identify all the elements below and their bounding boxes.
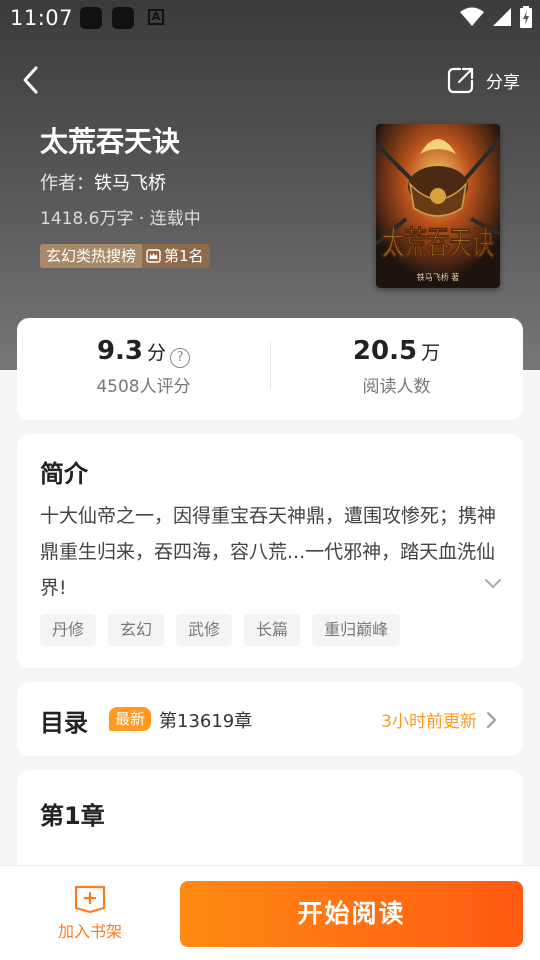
tag[interactable]: 长篇 xyxy=(244,614,301,646)
readers-stat: 20.5 万 阅读人数 xyxy=(270,336,523,397)
readers-count: 20.5 xyxy=(352,336,418,366)
cover-title-text: 太荒吞天诀 xyxy=(382,224,494,262)
battery-charging-icon xyxy=(520,6,532,28)
rank-badge[interactable]: 玄幻类热搜榜 第1名 xyxy=(40,244,210,268)
wifi-icon xyxy=(460,7,484,26)
share-icon xyxy=(447,67,474,94)
bottom-bar: 加入书架 开始阅读 xyxy=(0,865,540,960)
book-meta: 1418.6万字 · 连载中 xyxy=(40,209,201,229)
intro-card: 简介 十大仙帝之一，因得重宝吞天神鼎，遭围攻惨死；携神鼎重生归来，吞四海，容八荒… xyxy=(17,434,523,668)
intro-title: 简介 xyxy=(40,460,88,488)
rank-position: 第1名 xyxy=(142,244,210,268)
share-label: 分享 xyxy=(486,72,520,93)
toc-card[interactable]: 目录 最新 第13619章 3小时前更新 xyxy=(17,682,523,756)
help-icon[interactable]: ? xyxy=(170,348,191,368)
toc-title: 目录 xyxy=(40,709,88,737)
update-time: 3小时前更新 xyxy=(381,712,477,732)
stats-card: 9.3 分 ? 4508人评分 20.5 万 阅读人数 xyxy=(17,318,523,420)
a-keyboard-icon: A xyxy=(148,9,164,25)
signal-icon xyxy=(493,8,511,26)
share-button[interactable]: 分享 xyxy=(446,62,520,98)
square-app-icon xyxy=(112,7,134,29)
chevron-right-icon xyxy=(487,711,496,728)
author-name[interactable]: 铁马飞桥 xyxy=(94,173,166,194)
add-bookshelf-icon xyxy=(74,885,106,914)
book-title: 太荒吞天诀 xyxy=(40,125,181,158)
rank-list-name: 玄幻类热搜榜 xyxy=(40,244,143,268)
chevron-down-icon[interactable] xyxy=(483,574,503,594)
rating-unit: 分 xyxy=(147,342,167,364)
start-reading-button[interactable]: 开始阅读 xyxy=(180,881,523,947)
intro-text[interactable]: 十大仙帝之一，因得重宝吞天神鼎，遭围攻惨死；携神鼎重生归来，吞四海，容八荒...… xyxy=(40,498,506,606)
tag[interactable]: 武修 xyxy=(176,614,233,646)
tag[interactable]: 丹修 xyxy=(40,614,97,646)
latest-chapter: 第13619章 xyxy=(159,711,253,732)
rank-position-label: 第1名 xyxy=(164,247,204,265)
author-label: 作者： xyxy=(40,173,94,194)
shelf-label: 加入书架 xyxy=(57,922,122,941)
status-time: 11:07 xyxy=(10,6,74,30)
tag[interactable]: 重归巅峰 xyxy=(312,614,401,646)
readers-label: 阅读人数 xyxy=(362,377,431,397)
toc-update[interactable]: 3小时前更新 xyxy=(381,707,497,732)
square-app-icon xyxy=(80,7,102,29)
rating-count: 4508人评分 xyxy=(96,377,191,397)
book-cover[interactable]: 太荒吞天诀 铁马飞桥 著 xyxy=(376,124,500,288)
readers-unit: 万 xyxy=(421,342,441,364)
rating-stat[interactable]: 9.3 分 ? 4508人评分 xyxy=(17,336,270,397)
add-to-shelf-button[interactable]: 加入书架 xyxy=(50,884,130,942)
tag[interactable]: 玄幻 xyxy=(108,614,165,646)
crown-icon xyxy=(146,249,161,263)
book-author[interactable]: 作者：铁马飞桥 xyxy=(40,169,166,195)
cover-image: 太荒吞天诀 铁马飞桥 著 xyxy=(376,124,500,288)
back-button[interactable] xyxy=(14,62,50,98)
status-bar: 11:07 A xyxy=(0,0,540,38)
latest-badge: 最新 xyxy=(109,707,152,731)
chapter-title: 第1章 xyxy=(40,802,105,830)
tag-list: 丹修 玄幻 武修 长篇 重归巅峰 xyxy=(40,614,401,646)
back-chevron-icon xyxy=(23,66,38,94)
rating-score: 9.3 xyxy=(96,336,144,366)
cover-author-text: 铁马飞桥 著 xyxy=(417,272,460,282)
